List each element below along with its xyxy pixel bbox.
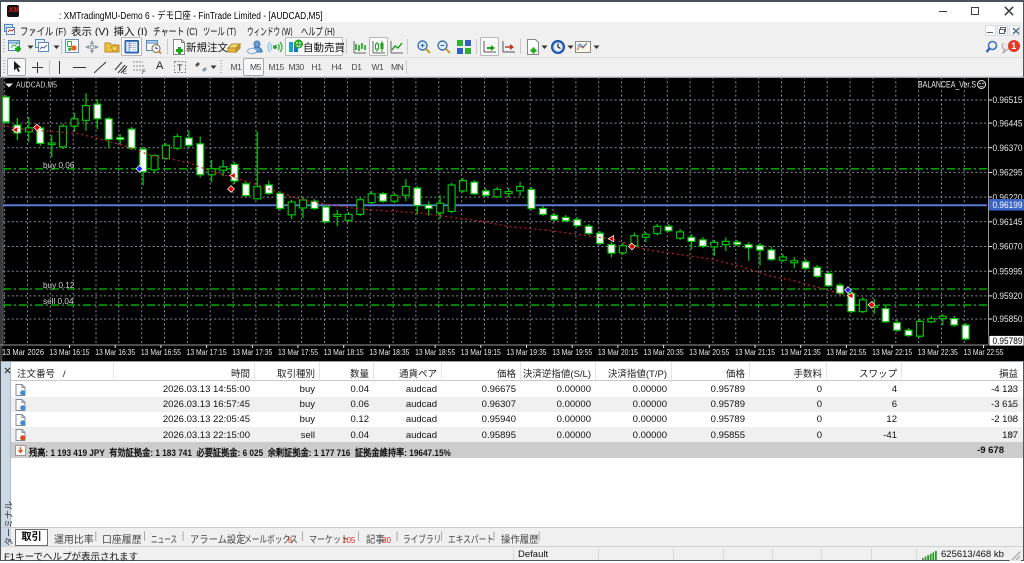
- svg-text:buy 0.12: buy 0.12: [43, 281, 75, 290]
- svg-text:13 Mar 19:55: 13 Mar 19:55: [552, 348, 592, 357]
- svg-text:0.96145: 0.96145: [993, 217, 1023, 227]
- svg-text:0.95920: 0.95920: [993, 291, 1023, 301]
- svg-text:13 Mar 17:55: 13 Mar 17:55: [278, 348, 318, 357]
- svg-text:0.96370: 0.96370: [993, 143, 1023, 153]
- svg-text:0.96199: 0.96199: [993, 200, 1023, 210]
- svg-text:13 Mar 18:15: 13 Mar 18:15: [324, 348, 364, 357]
- svg-text:E: E: [123, 70, 127, 75]
- svg-text:T: T: [177, 63, 183, 73]
- svg-text:13 Mar 18:35: 13 Mar 18:35: [369, 348, 409, 357]
- svg-text:13 Mar 16:55: 13 Mar 16:55: [141, 348, 181, 357]
- svg-text:13 Mar 20:55: 13 Mar 20:55: [689, 348, 729, 357]
- svg-text:13 Mar 17:35: 13 Mar 17:35: [232, 348, 272, 357]
- svg-text:13 Mar 21:35: 13 Mar 21:35: [781, 348, 821, 357]
- svg-text:13 Mar 21:15: 13 Mar 21:15: [735, 348, 775, 357]
- svg-text:13 Mar 2026: 13 Mar 2026: [2, 348, 45, 357]
- svg-text:0.96515: 0.96515: [993, 95, 1023, 105]
- svg-text:F: F: [142, 70, 146, 75]
- svg-text:0.95789: 0.95789: [993, 336, 1023, 346]
- svg-text:sell 0.04: sell 0.04: [43, 297, 74, 306]
- svg-text:13 Mar 17:15: 13 Mar 17:15: [187, 348, 227, 357]
- svg-text:13 Mar 18:55: 13 Mar 18:55: [415, 348, 455, 357]
- svg-text:13 Mar 22:35: 13 Mar 22:35: [918, 348, 958, 357]
- svg-text:13 Mar 19:15: 13 Mar 19:15: [461, 348, 501, 357]
- svg-text:13 Mar 16:15: 13 Mar 16:15: [50, 348, 90, 357]
- svg-text:13 Mar 21:55: 13 Mar 21:55: [826, 348, 866, 357]
- svg-text:13 Mar 19:35: 13 Mar 19:35: [507, 348, 547, 357]
- svg-text:13 Mar 20:35: 13 Mar 20:35: [644, 348, 684, 357]
- svg-text:0.95850: 0.95850: [993, 314, 1023, 324]
- svg-text:buy 0.06: buy 0.06: [43, 161, 75, 170]
- svg-text:13 Mar 16:35: 13 Mar 16:35: [95, 348, 135, 357]
- svg-text:13 Mar 20:15: 13 Mar 20:15: [598, 348, 638, 357]
- svg-text:13 Mar 22:55: 13 Mar 22:55: [964, 348, 1004, 357]
- svg-text:0.96070: 0.96070: [993, 242, 1023, 252]
- svg-text:BALANCEA_Ver.S: BALANCEA_Ver.S: [918, 80, 976, 90]
- svg-text:0.96445: 0.96445: [993, 118, 1023, 128]
- svg-text:AUDCAD,M5: AUDCAD,M5: [16, 80, 57, 90]
- svg-text:0.95995: 0.95995: [993, 266, 1023, 276]
- svg-text:0.96295: 0.96295: [993, 168, 1023, 178]
- svg-text:13 Mar 22:15: 13 Mar 22:15: [872, 348, 912, 357]
